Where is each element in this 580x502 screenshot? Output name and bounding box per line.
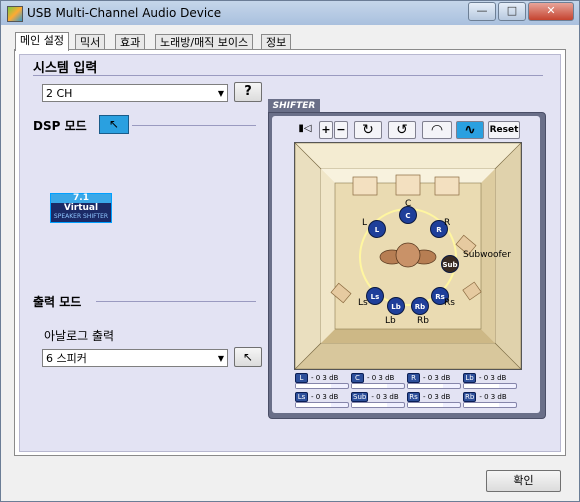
level-channel-label: L xyxy=(295,373,308,383)
level-slider-fill xyxy=(464,403,500,407)
level-channel-label: Lb xyxy=(463,373,476,383)
level-channel-label: Rs xyxy=(407,392,420,402)
level-db-value: - 0 3 dB xyxy=(423,393,451,401)
level-db-value: - 0 3 dB xyxy=(371,393,399,401)
chevron-down-icon: ▼ xyxy=(217,354,224,363)
system-input-value: 2 CH xyxy=(46,87,73,100)
speaker-label-l: L xyxy=(362,218,368,228)
level-slider[interactable] xyxy=(407,402,461,408)
tab-karaoke[interactable]: 노래방/매직 보이스 xyxy=(155,34,254,50)
speaker-label-c: C xyxy=(405,199,412,209)
level-slider[interactable] xyxy=(463,402,517,408)
dsp-mode-button[interactable]: ↖ xyxy=(99,115,129,134)
level-meter-ls[interactable]: Ls - 0 3 dB xyxy=(295,392,351,408)
level-slider-fill xyxy=(352,403,388,407)
level-channel-label: Ls xyxy=(295,392,308,402)
analog-output-label: 아날로그 출력 xyxy=(44,329,115,343)
badge-line1: 7.1 xyxy=(51,194,111,203)
output-mode-title: 출력 모드 xyxy=(33,295,82,309)
level-slider-fill xyxy=(408,384,444,388)
shifter-panel: ▮◁ + − ↻ ↺ ◠ ∿ Reset C C L L R R Sub Sub… xyxy=(268,112,546,419)
speaker-marker-sub[interactable]: Sub xyxy=(441,255,459,273)
speaker-room-view[interactable]: C C L L R R Sub Subwoofer Ls Ls Lb Lb Rb Rb Rs Rs xyxy=(294,142,522,370)
level-meter-r[interactable]: R- 0 3 dB xyxy=(407,373,463,389)
level-slider-fill xyxy=(296,384,332,388)
tab-main-settings[interactable]: 메인 설정 xyxy=(15,32,69,51)
title-bar: USB Multi-Channel Audio Device — □ ✕ xyxy=(1,1,579,25)
level-slider[interactable] xyxy=(351,383,405,389)
output-speaker-select[interactable]: 6 스피커 ▼ xyxy=(42,349,228,367)
level-slider[interactable] xyxy=(295,402,349,408)
speaker-label-ls: Ls xyxy=(358,298,368,308)
level-slider[interactable] xyxy=(407,383,461,389)
badge-line2: Virtual xyxy=(63,203,99,213)
tab-info[interactable]: 정보 xyxy=(261,34,292,50)
app-icon xyxy=(7,6,23,22)
level-db-value: - 0 3 dB xyxy=(479,374,507,382)
window-title: USB Multi-Channel Audio Device xyxy=(27,6,222,20)
level-meter-c[interactable]: C- 0 3 dB xyxy=(351,373,407,389)
speaker-marker-lb[interactable]: Lb xyxy=(387,297,405,315)
level-channel-label: R xyxy=(407,373,420,383)
level-meter-rs[interactable]: Rs - 0 3 dB xyxy=(407,392,463,408)
rotate-clockwise-button[interactable]: ↻ xyxy=(354,121,382,139)
headphone-icon[interactable]: ◠ xyxy=(422,121,452,139)
help-button[interactable]: ? xyxy=(234,82,262,102)
speaker-volume-icon[interactable]: ▮◁ xyxy=(294,121,316,139)
level-slider-fill xyxy=(464,384,500,388)
dsp-mode-title: DSP 모드 xyxy=(33,119,87,133)
level-slider-fill xyxy=(408,403,444,407)
tab-mixer[interactable]: 믹서 xyxy=(75,34,106,50)
output-speaker-value: 6 스피커 xyxy=(46,352,87,365)
output-mode-button[interactable]: ↖ xyxy=(234,347,262,367)
level-meter-l[interactable]: L- 0 3 dB xyxy=(295,373,351,389)
level-meter-rb[interactable]: Rb - 0 3 dB xyxy=(463,392,519,408)
level-channel-label: Rb xyxy=(463,392,477,402)
virtual-speaker-shifter-badge[interactable]: 7.1 Virtual SPEAKER SHIFTER xyxy=(50,193,112,223)
zoom-in-button[interactable]: + xyxy=(319,121,333,139)
reset-button[interactable]: Reset xyxy=(488,121,520,139)
level-db-value: - 0 3 dB xyxy=(311,374,339,382)
level-slider[interactable] xyxy=(351,402,405,408)
system-input-select[interactable]: 2 CH ▼ xyxy=(42,84,228,102)
minimize-button[interactable]: — xyxy=(468,2,496,21)
level-channel-label: C xyxy=(351,373,364,383)
speaker-label-rb: Rb xyxy=(417,316,429,326)
speaker-label-r: R xyxy=(444,218,451,228)
ok-button[interactable]: 확인 xyxy=(486,470,561,492)
level-channel-label: Sub xyxy=(351,392,369,402)
badge-line3: SPEAKER SHIFTER xyxy=(53,213,109,220)
level-meter-sub[interactable]: Sub - 0 3 dB xyxy=(351,392,407,408)
shifter-inner: ▮◁ + − ↻ ↺ ◠ ∿ Reset C C L L R R Sub Sub… xyxy=(272,116,540,413)
app-window: USB Multi-Channel Audio Device — □ ✕ 메인 … xyxy=(0,0,580,502)
level-db-value: - 0 3 dB xyxy=(423,374,451,382)
level-meter-lb[interactable]: Lb - 0 3 dB xyxy=(463,373,519,389)
speaker-marker-l[interactable]: L xyxy=(368,220,386,238)
level-slider-fill xyxy=(352,384,388,388)
divider xyxy=(33,75,543,76)
speaker-marker-ls[interactable]: Ls xyxy=(366,287,384,305)
maximize-button[interactable]: □ xyxy=(498,2,526,21)
zoom-out-button[interactable]: − xyxy=(334,121,348,139)
speaker-label-lb: Lb xyxy=(385,316,396,326)
shifter-tab[interactable]: SHIFTER xyxy=(268,99,320,113)
divider xyxy=(132,125,256,126)
level-slider[interactable] xyxy=(295,383,349,389)
level-db-value: - 0 3 dB xyxy=(311,393,339,401)
level-db-value: - 0 3 dB xyxy=(367,374,395,382)
tab-effects[interactable]: 효과 xyxy=(115,34,146,50)
close-button[interactable]: ✕ xyxy=(528,2,574,21)
rotate-counterclockwise-button[interactable]: ↺ xyxy=(388,121,416,139)
speaker-label-rs: Rs xyxy=(444,298,455,308)
chevron-down-icon: ▼ xyxy=(217,89,224,98)
divider xyxy=(96,301,256,302)
wave-mode-button[interactable]: ∿ xyxy=(456,121,484,139)
level-slider-fill xyxy=(296,403,332,407)
system-input-title: 시스템 입력 xyxy=(33,61,98,76)
level-db-value: - 0 3 dB xyxy=(479,393,507,401)
speaker-marker-rb[interactable]: Rb xyxy=(411,297,429,315)
level-slider[interactable] xyxy=(463,383,517,389)
speaker-label-sub: Subwoofer xyxy=(463,250,511,260)
